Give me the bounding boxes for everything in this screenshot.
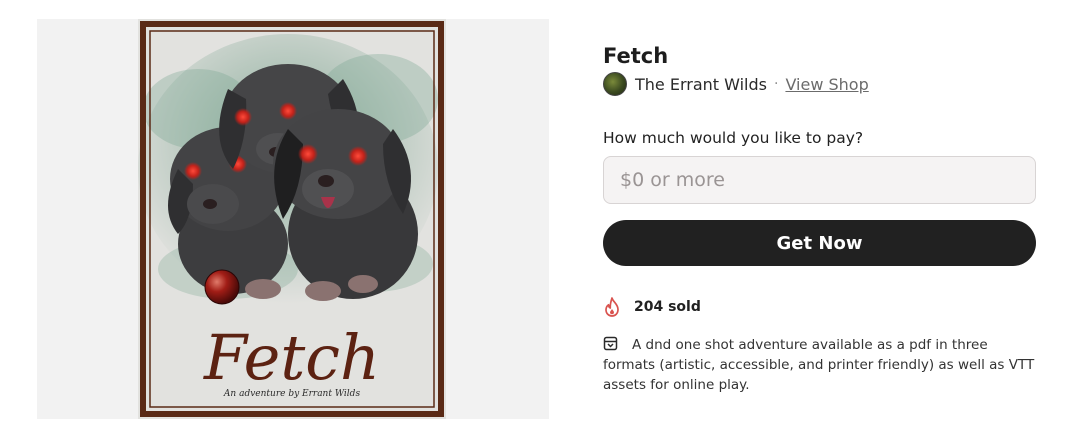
product-description: A dnd one shot adventure available as a … (603, 335, 1036, 395)
cover-byline-text: An adventure by Errant Wilds (223, 389, 361, 399)
pay-amount-input[interactable] (603, 156, 1036, 204)
seller-avatar[interactable] (603, 72, 627, 96)
seller-name[interactable]: The Errant Wilds (635, 75, 767, 94)
box-icon (603, 336, 618, 351)
separator-dot: · (773, 76, 779, 92)
get-now-button[interactable]: Get Now (603, 220, 1036, 266)
flame-icon (605, 297, 619, 317)
seller-row: The Errant Wilds · View Shop (603, 72, 869, 96)
product-cover-image[interactable]: Fetch An adventure by Errant Wilds (138, 19, 446, 419)
product-description-text: A dnd one shot adventure available as a … (603, 337, 1035, 393)
pay-amount-label: How much would you like to pay? (603, 129, 864, 147)
product-title: Fetch (603, 44, 669, 68)
cover-title-text: Fetch (203, 321, 380, 394)
sold-count-text: 204 sold (634, 299, 701, 315)
product-media-panel: Fetch An adventure by Errant Wilds (37, 19, 549, 419)
view-shop-link[interactable]: View Shop (785, 75, 868, 94)
sold-count-row: 204 sold (603, 297, 701, 317)
cover-illustration: Fetch An adventure by Errant Wilds (138, 19, 446, 419)
